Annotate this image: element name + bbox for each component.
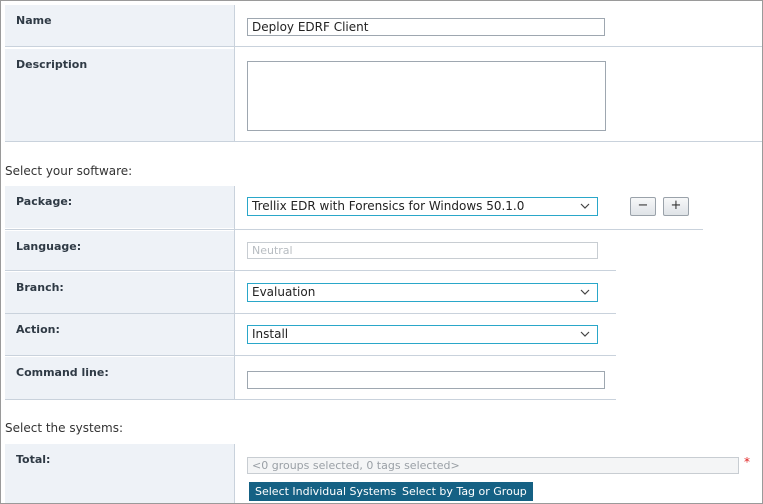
column-divider <box>234 5 235 142</box>
name-label: Name <box>5 5 234 46</box>
row-divider <box>5 355 616 356</box>
remove-package-button[interactable]: − <box>630 197 656 216</box>
action-cell: Install <box>235 314 615 355</box>
language-label: Language: <box>5 231 234 270</box>
select-by-tag-or-group-button[interactable]: Select by Tag or Group <box>396 482 533 501</box>
action-selected-value: Install <box>252 327 289 341</box>
command-line-cell <box>235 357 615 399</box>
command-line-label: Command line: <box>5 357 234 399</box>
command-line-input[interactable] <box>247 371 605 389</box>
branch-selected-value: Evaluation <box>252 285 316 299</box>
add-package-button[interactable]: + <box>663 197 689 216</box>
package-cell: Trellix EDR with Forensics for Windows 5… <box>235 186 615 228</box>
package-label: Package: <box>5 186 234 228</box>
chevron-down-icon <box>580 331 590 337</box>
name-input[interactable]: Deploy EDRF Client <box>247 18 605 36</box>
row-divider <box>5 399 616 400</box>
package-selected-value: Trellix EDR with Forensics for Windows 5… <box>252 199 525 213</box>
column-divider <box>234 186 235 400</box>
package-select[interactable]: Trellix EDR with Forensics for Windows 5… <box>247 197 598 216</box>
action-label: Action: <box>5 314 234 355</box>
chevron-down-icon <box>580 203 590 209</box>
select-individual-systems-button[interactable]: Select Individual Systems <box>249 482 403 501</box>
total-label: Total: <box>5 444 234 503</box>
chevron-down-icon <box>580 289 590 295</box>
systems-section-title: Select the systems: <box>5 421 124 435</box>
description-textarea[interactable] <box>247 61 606 131</box>
row-divider <box>5 46 762 47</box>
description-label: Description <box>5 49 234 141</box>
name-cell: Deploy EDRF Client <box>235 5 762 46</box>
software-section-title: Select your software: <box>5 164 133 178</box>
language-cell: Neutral <box>235 231 615 270</box>
language-select-disabled: Neutral <box>247 242 598 259</box>
column-divider <box>234 444 235 503</box>
total-cell: <0 groups selected, 0 tags selected> * S… <box>235 444 762 503</box>
row-divider <box>5 141 762 142</box>
action-select[interactable]: Install <box>247 325 598 344</box>
required-indicator: * <box>744 455 750 469</box>
row-divider <box>5 229 703 230</box>
description-cell <box>235 49 762 141</box>
branch-label: Branch: <box>5 272 234 313</box>
deployment-form: Name Deploy EDRF Client Description Sele… <box>0 0 763 504</box>
row-divider <box>5 270 616 271</box>
branch-select[interactable]: Evaluation <box>247 283 598 302</box>
branch-cell: Evaluation <box>235 272 615 313</box>
total-selection-display: <0 groups selected, 0 tags selected> <box>247 457 739 474</box>
